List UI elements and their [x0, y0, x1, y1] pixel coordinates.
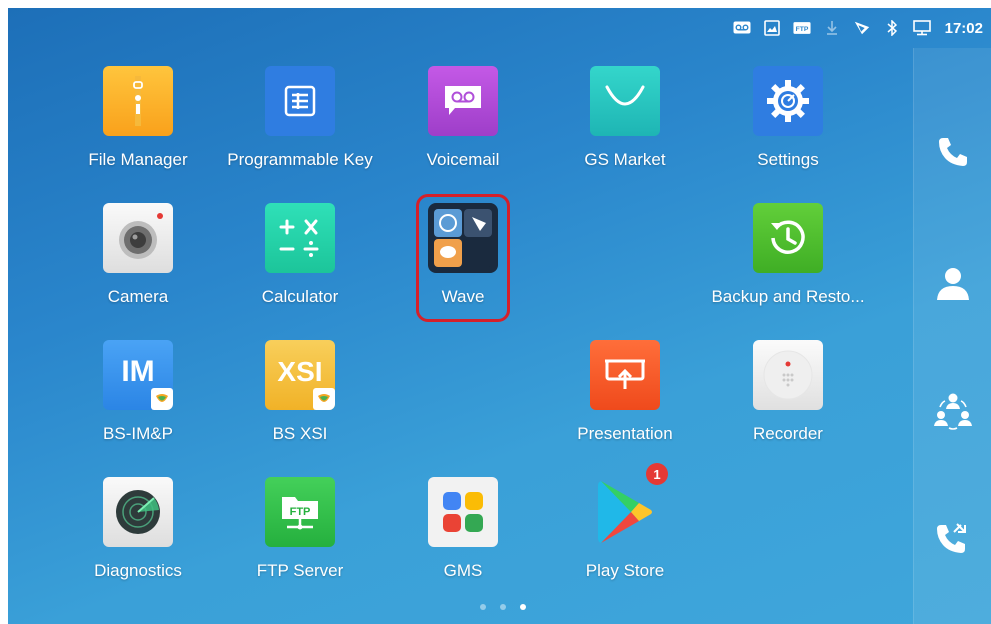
- camera-icon: [103, 203, 173, 273]
- app-label: Play Store: [585, 561, 665, 580]
- app-bs-im-p[interactable]: IM BS-IM&P: [53, 340, 223, 444]
- programmable-key-icon: [265, 66, 335, 136]
- status-time: 17:02: [944, 19, 983, 37]
- ftp-icon: FTP: [793, 19, 811, 37]
- app-calculator[interactable]: Calculator: [215, 203, 385, 307]
- gms-icon: [428, 477, 498, 547]
- display-icon: [912, 19, 931, 37]
- diagnostics-radar-icon: [103, 477, 173, 547]
- conference-icon: [933, 393, 972, 430]
- gs-market-icon: [590, 66, 660, 136]
- phone-icon: [938, 138, 967, 166]
- ftp-server-icon: FTP: [265, 477, 335, 547]
- ftp-server-tile-text: FTP: [290, 506, 311, 518]
- backup-restore-icon: [753, 203, 823, 273]
- app-programmable-key[interactable]: Programmable Key: [215, 66, 385, 170]
- app-label: Camera: [107, 287, 169, 306]
- recorder-icon: [753, 340, 823, 410]
- wave-highlight-box: [416, 194, 510, 322]
- app-camera[interactable]: Camera: [53, 203, 223, 307]
- presentation-icon: [590, 340, 660, 410]
- app-play-store[interactable]: 1 Play Store: [540, 463, 710, 581]
- app-settings[interactable]: Settings: [703, 66, 873, 170]
- app-file-manager[interactable]: File Manager: [53, 66, 223, 170]
- app-ftp-server[interactable]: FTP FTP Server: [215, 477, 385, 581]
- ftp-icon-text: FTP: [795, 26, 808, 33]
- app-voicemail[interactable]: Voicemail: [378, 66, 548, 170]
- app-bs-xsi[interactable]: XSI BS XSI: [215, 340, 385, 444]
- bs-im-p-icon: IM: [103, 340, 173, 410]
- app-label: BS XSI: [272, 424, 328, 443]
- app-backup-and-restore[interactable]: Backup and Resto...: [703, 203, 873, 307]
- bs-xsi-icon: XSI: [265, 340, 335, 410]
- app-label: GS Market: [584, 150, 666, 169]
- home-screen: FTP 17:02 File Manager Programmable Key: [8, 8, 991, 624]
- bs-im-p-tile-text: IM: [121, 355, 155, 388]
- app-recorder[interactable]: Recorder: [703, 340, 873, 444]
- download-icon: [823, 19, 841, 37]
- status-bar: FTP 17:02: [733, 8, 991, 48]
- page-dot[interactable]: [480, 604, 486, 610]
- app-label: Calculator: [261, 287, 339, 306]
- app-diagnostics[interactable]: Diagnostics: [53, 477, 223, 581]
- bluetooth-icon: [883, 19, 901, 37]
- app-gs-market[interactable]: GS Market: [540, 66, 710, 170]
- signal-icon: [853, 19, 871, 37]
- voicemail-icon: [733, 19, 751, 37]
- phone-button[interactable]: [914, 122, 991, 182]
- calculator-icon: [265, 203, 335, 273]
- contacts-icon: [936, 268, 969, 300]
- page-dot[interactable]: [500, 604, 506, 610]
- contacts-button[interactable]: [914, 253, 991, 313]
- notification-badge: 1: [646, 463, 668, 485]
- screenshot-icon: [763, 19, 781, 37]
- app-label: File Manager: [88, 150, 188, 169]
- app-label: Programmable Key: [227, 150, 373, 169]
- call-history-icon: [936, 523, 966, 553]
- page-indicator: [480, 604, 526, 610]
- app-label: Recorder: [753, 424, 823, 443]
- bs-badge-icon: [151, 388, 173, 410]
- call-history-button[interactable]: [914, 508, 991, 568]
- bs-xsi-tile-text: XSI: [277, 356, 323, 387]
- app-label: Diagnostics: [94, 561, 182, 580]
- app-label: FTP Server: [256, 561, 344, 580]
- file-manager-icon: [103, 66, 173, 136]
- right-dock: [913, 48, 991, 624]
- app-label: Backup and Resto...: [711, 287, 865, 306]
- play-store-icon: 1: [590, 463, 668, 547]
- app-gms[interactable]: GMS: [378, 477, 548, 581]
- app-label: BS-IM&P: [103, 424, 173, 443]
- conference-button[interactable]: [914, 381, 991, 441]
- app-label: GMS: [443, 561, 483, 580]
- app-label: Presentation: [577, 424, 673, 443]
- bs-badge-icon: [313, 388, 335, 410]
- app-label: Voicemail: [426, 150, 500, 169]
- page-dot-active[interactable]: [520, 604, 526, 610]
- settings-gear-icon: [753, 66, 823, 136]
- voicemail-icon: [428, 66, 498, 136]
- app-presentation[interactable]: Presentation: [540, 340, 710, 444]
- app-label: Settings: [757, 150, 819, 169]
